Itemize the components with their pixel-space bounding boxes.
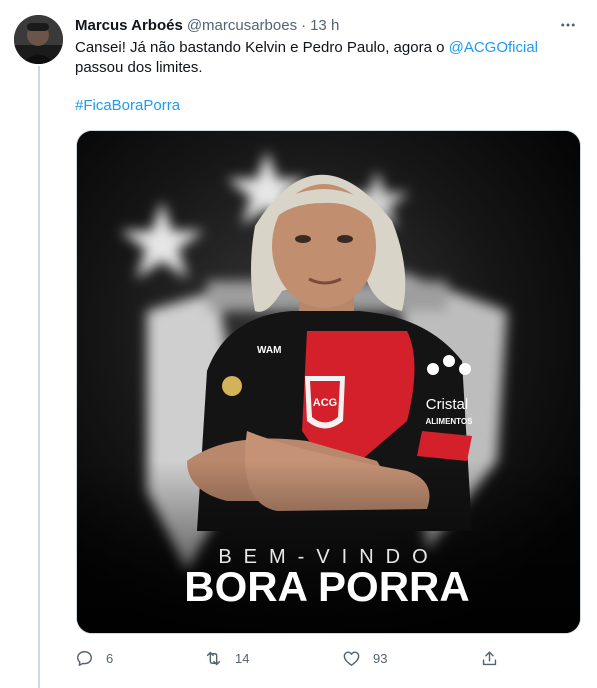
author-name[interactable]: Marcus Arboés [75,17,183,34]
tweet-header: Marcus Arboés @marcusarboes · 13 h [75,14,581,36]
reply-button[interactable]: 6 [75,646,113,670]
share-button[interactable] [480,646,499,670]
jersey-brand: WAM [257,345,281,356]
reply-icon [77,650,92,666]
mention-link[interactable]: @ACGOficial [449,39,538,56]
hashtag-link[interactable]: #FicaBoraPorra [75,97,180,114]
hashtag-line: #FicaBoraPorra [75,96,180,116]
reply-count: 6 [106,650,114,666]
tweet-text-end: passou dos limites. [75,59,203,76]
like-button[interactable]: 93 [342,646,387,670]
jersey-sponsor-line2: ALIMENTOS [426,417,474,426]
retweet-count: 14 [235,650,250,666]
jersey-crest: ACG [313,397,337,409]
tweet-text: Cansei! Já não bastando Kelvin e Pedro P… [75,38,585,78]
jersey-sponsor-line1: Cristal [426,396,469,413]
like-count: 93 [373,650,388,666]
avatar[interactable] [14,15,63,64]
more-icon[interactable] [555,14,581,36]
tweet-image[interactable]: ACG Cristal ALIMENTOS WAM BEM-VINDO BORA… [76,130,581,634]
retweet-icon [206,651,221,665]
retweet-button[interactable]: 14 [204,646,249,670]
tweet[interactable]: Marcus Arboés @marcusarboes · 13 h Canse… [0,0,597,688]
thread-line [38,66,40,688]
heart-icon [343,650,360,666]
tweet-text-start: Cansei! Já não bastando Kelvin e Pedro P… [75,39,449,56]
share-icon [482,650,497,665]
separator-dot: · [301,16,307,34]
author-handle[interactable]: @marcusarboes [187,17,297,34]
tweet-actions: 6 14 93 [75,646,505,670]
tweet-timestamp[interactable]: 13 h [310,17,339,34]
image-headline-big: BORA PORRA [184,563,469,610]
